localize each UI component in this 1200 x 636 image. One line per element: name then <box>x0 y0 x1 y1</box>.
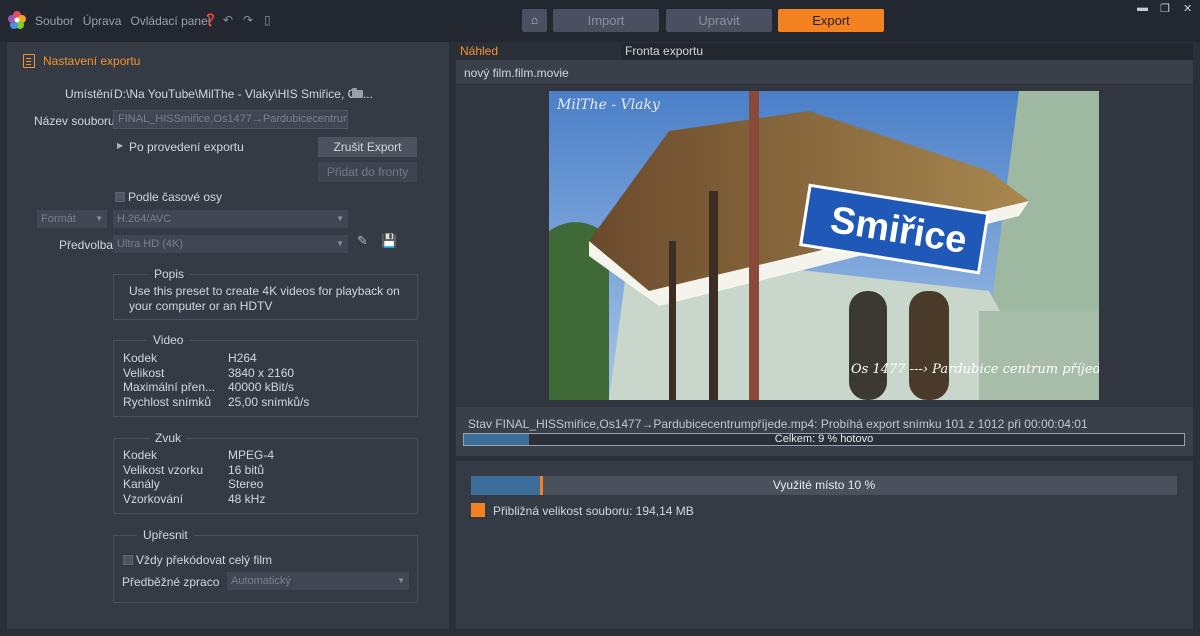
video-row-label: Rychlost snímků <box>123 394 212 409</box>
chevron-down-icon: ▼ <box>95 214 103 223</box>
timeline-checkbox[interactable] <box>115 192 125 202</box>
app-logo-icon <box>8 11 26 29</box>
prerender-select[interactable]: Automatický ▼ <box>227 572 409 590</box>
edit-preset-icon[interactable]: ✎ <box>357 233 368 249</box>
preview-image <box>549 91 1099 400</box>
save-preset-icon[interactable]: 💾 <box>381 233 397 249</box>
redo-icon[interactable]: ↷ <box>243 13 253 27</box>
menu-file[interactable]: Soubor <box>35 14 74 28</box>
audio-values: MPEG-4 16 bitů Stereo 48 kHz <box>228 448 274 506</box>
disk-space-panel: Využité místo 10 % Přibližná velikost so… <box>456 461 1193 629</box>
video-values: H264 3840 x 2160 40000 kBit/s 25,00 sním… <box>228 351 309 409</box>
export-status-text: Stav FINAL_HISSmiřice,Os1477→Pardubicece… <box>468 417 1088 431</box>
minimize-icon[interactable]: ▬ <box>1137 2 1148 14</box>
folder-icon[interactable] <box>352 88 363 98</box>
codec-value: H.264/AVC <box>117 213 172 225</box>
video-row-value: 25,00 snímků/s <box>228 394 310 409</box>
location-value[interactable]: D:\Na YouTube\MilThe - Vlaky\HIS Smiřice… <box>114 87 373 101</box>
audio-row-value: 16 bitů <box>228 462 265 477</box>
export-settings-panel: Nastavení exportu Umístění D:\Na YouTube… <box>7 42 449 629</box>
caption-overlay: Os 1477 ---› Pardubice centrum příjede. <box>851 362 1099 377</box>
audio-row-label: Kanály <box>123 477 160 491</box>
preview-panel: nový film.film.movie MilThe - Vlaky Smiř… <box>456 60 1193 456</box>
tab-preview[interactable]: Náhled <box>460 44 498 58</box>
home-icon: ⌂ <box>530 13 539 27</box>
add-to-queue-button[interactable]: Přidat do fronty <box>318 162 417 182</box>
always-rerender-checkbox[interactable] <box>123 555 133 565</box>
timeline-label: Podle časové osy <box>128 190 223 204</box>
menu-control-panel[interactable]: Ovládací panel <box>130 14 210 28</box>
format-select[interactable]: Formát ▼ <box>37 210 107 228</box>
video-labels: Kodek Velikost Maximální přen... Rychlos… <box>123 351 215 409</box>
watermark-top: MilThe - Vlaky <box>557 97 660 113</box>
preset-label: Předvolba <box>59 238 114 252</box>
prerender-label: Předběžné zpraco <box>122 575 220 589</box>
audio-row-value: Stereo <box>228 477 264 491</box>
chevron-down-icon: ▼ <box>336 239 344 248</box>
video-area: MilThe - Vlaky Smiřice Os 1477 ---› Pard… <box>456 85 1193 407</box>
disk-usage-bar: Využité místo 10 % <box>471 476 1177 495</box>
home-button[interactable]: ⌂ <box>522 9 547 32</box>
audio-labels: Kodek Velikost vzorku Kanály Vzorkování <box>123 448 203 506</box>
disk-usage-text: Využité místo 10 % <box>772 478 876 492</box>
video-row-label: Velikost <box>123 365 165 380</box>
refine-title: Upřesnit <box>137 528 194 542</box>
tab-export-queue[interactable]: Fronta exportu <box>625 44 703 58</box>
video-row-label: Maximální přen... <box>123 380 216 394</box>
edit-button[interactable]: Upravit <box>666 9 772 32</box>
file-size-text: Přibližná velikost souboru: 194,14 MB <box>493 504 694 518</box>
after-export-label[interactable]: Po provedení exportu <box>129 140 244 154</box>
format-label: Formát <box>41 213 76 225</box>
always-rerender-label: Vždy překódovat celý film <box>136 553 273 567</box>
description-text: Use this preset to create 4K videos for … <box>129 284 400 313</box>
restore-icon[interactable]: ❐ <box>1160 2 1170 15</box>
export-progress-text: Celkem: 9 % hotovo <box>774 433 874 445</box>
preset-select[interactable]: Ultra HD (4K) ▼ <box>113 235 348 253</box>
menu-edit[interactable]: Úprava <box>83 14 122 28</box>
codec-select[interactable]: H.264/AVC ▼ <box>113 210 348 228</box>
video-row-value: 3840 x 2160 <box>228 365 295 380</box>
expand-arrow-icon[interactable]: ▶ <box>117 141 123 150</box>
preview-frame[interactable]: MilThe - Vlaky Smiřice Os 1477 ---› Pard… <box>549 91 1099 400</box>
chevron-down-icon: ▼ <box>336 214 344 223</box>
main-menu: Soubor Úprava Ovládací panel <box>35 14 210 28</box>
help-icon[interactable]: ❓ <box>203 13 218 27</box>
filename-label: Název souboru <box>34 114 115 128</box>
video-title: Video <box>147 333 190 347</box>
undo-icon[interactable]: ↶ <box>223 13 233 27</box>
audio-row-value: 48 kHz <box>228 491 266 506</box>
preset-value: Ultra HD (4K) <box>117 238 184 250</box>
import-button[interactable]: Import <box>553 9 659 32</box>
audio-title: Zvuk <box>149 431 188 445</box>
cancel-export-button[interactable]: Zrušit Export <box>318 137 417 157</box>
project-filename: nový film.film.movie <box>464 66 569 80</box>
document-icon[interactable]: ▯ <box>264 13 271 27</box>
export-button[interactable]: Export <box>778 9 884 32</box>
close-icon[interactable]: ✕ <box>1183 2 1192 15</box>
top-bar: Soubor Úprava Ovládací panel ❓ ↶ ↷ ▯ ⌂ I… <box>0 0 1200 42</box>
refine-group <box>113 535 418 603</box>
audio-row-value: MPEG-4 <box>228 448 275 462</box>
export-settings-header: Nastavení exportu <box>23 54 140 68</box>
video-row-value: 40000 kBit/s <box>228 380 295 394</box>
tab-bar <box>621 43 1193 60</box>
settings-document-icon <box>23 54 35 68</box>
video-row-value: H264 <box>228 351 257 365</box>
description-title: Popis <box>148 267 191 281</box>
file-bar: nový film.film.movie <box>456 60 1193 85</box>
prerender-value: Automatický <box>231 575 291 587</box>
chevron-down-icon: ▼ <box>397 576 405 585</box>
location-label: Umístění <box>65 87 114 101</box>
file-size-legend-swatch <box>471 503 485 517</box>
export-progress-bar: Celkem: 9 % hotovo <box>463 433 1185 446</box>
audio-row-label: Kodek <box>123 448 158 462</box>
audio-row-label: Vzorkování <box>123 491 184 506</box>
audio-row-label: Velikost vzorku <box>123 462 204 477</box>
video-row-label: Kodek <box>123 351 158 365</box>
filename-input[interactable]: FINAL_HISSmiřice,Os1477→Pardubicecentrum <box>113 110 348 129</box>
export-settings-title: Nastavení exportu <box>43 54 141 68</box>
